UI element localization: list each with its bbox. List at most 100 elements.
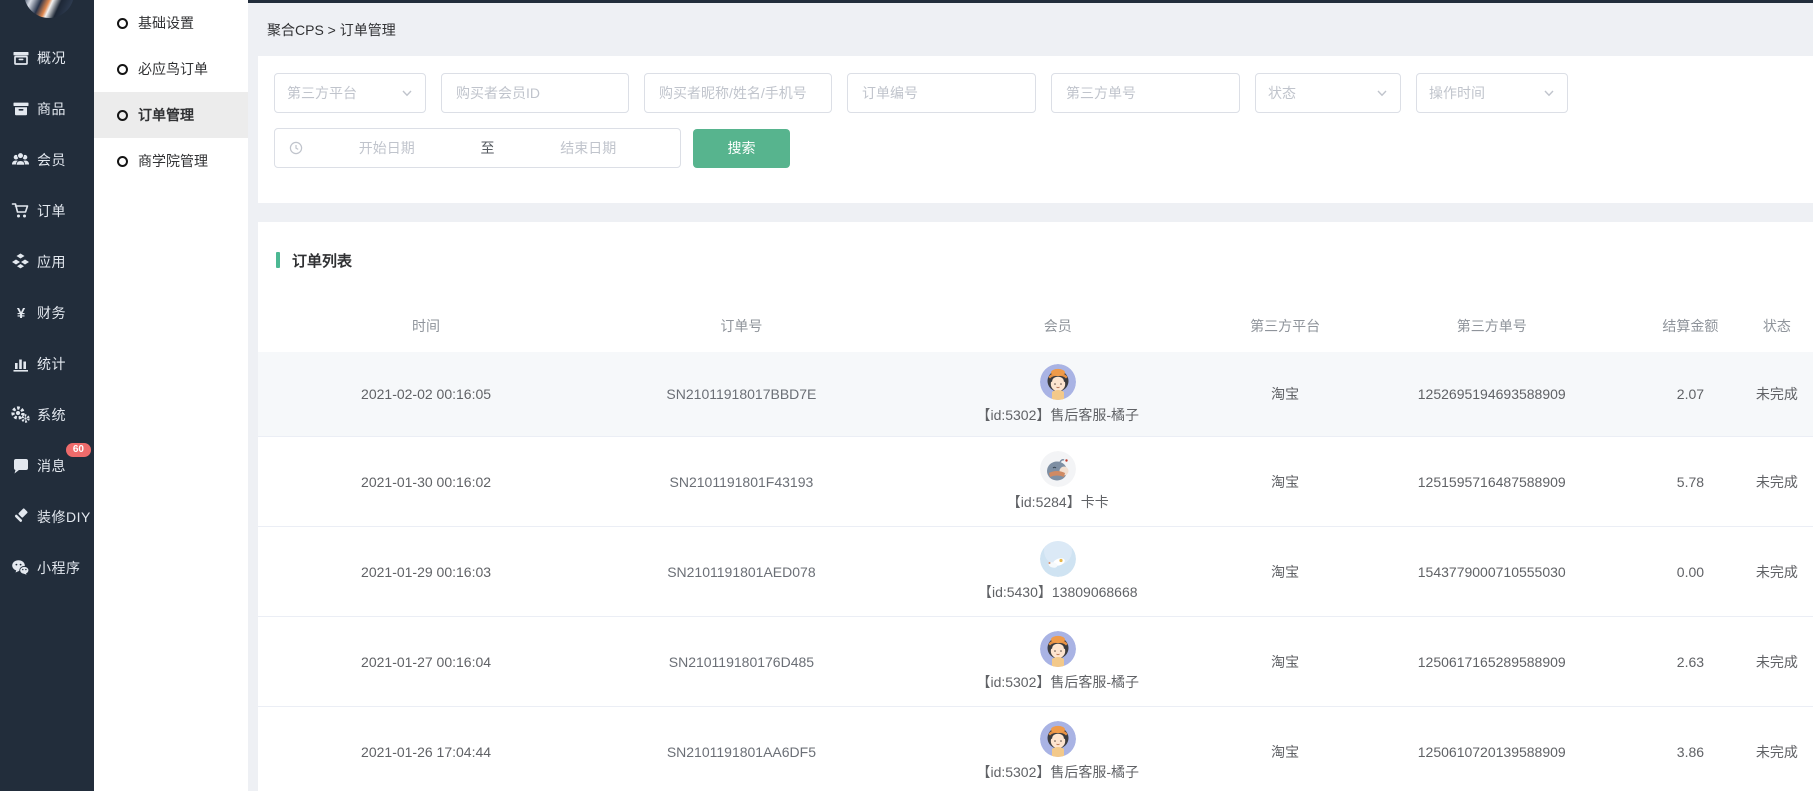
main-sidebar: 概况 商品 会员 订单	[0, 0, 94, 791]
cell-status: 未完成	[1741, 562, 1813, 582]
sidebar-item-system[interactable]: 系统	[0, 389, 94, 440]
avatar-girl-icon	[1040, 631, 1076, 667]
cell-platform: 淘宝	[1227, 652, 1344, 672]
table-row[interactable]: 2021-01-30 00:16:02 SN2101191801F43193 【…	[258, 437, 1813, 527]
cell-third-party-no: 1543779000710555030	[1343, 564, 1640, 580]
sidebar-item-label: 小程序	[37, 558, 81, 578]
table-row[interactable]: 2021-01-29 00:16:03 SN2101191801AED078 【…	[258, 527, 1813, 617]
buyer-input[interactable]	[644, 73, 832, 113]
order-no-input[interactable]	[847, 73, 1036, 113]
sidebar-item-messages[interactable]: 消息 60	[0, 440, 94, 491]
sidebar-item-label: 装修DIY	[37, 507, 91, 527]
date-range-picker[interactable]: 开始日期 至 结束日期	[274, 128, 681, 168]
col-header-third-party-no: 第三方单号	[1343, 316, 1640, 336]
main-nav: 概况 商品 会员 订单	[0, 32, 94, 593]
user-avatar[interactable]	[24, 0, 74, 18]
col-header-member: 会员	[889, 316, 1227, 336]
op-time-select[interactable]: 操作时间	[1416, 73, 1568, 113]
overview-box-icon	[11, 48, 30, 67]
sidebar-item-apps[interactable]: 应用	[0, 236, 94, 287]
sidebar-item-stats[interactable]: 统计	[0, 338, 94, 389]
cell-status: 未完成	[1741, 652, 1813, 672]
sidebar-item-label: 财务	[37, 303, 66, 323]
status-select-placeholder: 状态	[1268, 83, 1296, 103]
search-button[interactable]: 搜索	[693, 129, 790, 168]
cell-amount: 2.63	[1640, 654, 1741, 670]
sidebar-item-overview[interactable]: 概况	[0, 32, 94, 83]
submenu-item-order-management[interactable]: 订单管理	[94, 92, 248, 138]
start-date-placeholder: 开始日期	[309, 138, 465, 158]
table-row[interactable]: 2021-02-02 00:16:05 SN21011918017BBD7E 【…	[258, 352, 1813, 437]
sidebar-item-label: 消息	[37, 456, 66, 476]
cell-order-no: SN2101191801AA6DF5	[594, 744, 889, 760]
platform-select[interactable]: 第三方平台	[274, 73, 426, 113]
order-list-panel: 订单列表 时间 订单号 会员 第三方平台 第三方单号 结算金额 状态 2021-…	[258, 222, 1813, 791]
member-label: 【id:5284】卡卡	[1007, 492, 1109, 512]
submenu-item-label: 基础设置	[138, 13, 194, 33]
submenu-item-label: 订单管理	[138, 105, 194, 125]
sidebar-item-label: 概况	[37, 48, 66, 68]
table-row[interactable]: 2021-01-27 00:16:04 SN210119180176D485 【…	[258, 617, 1813, 707]
sidebar-item-label: 系统	[37, 405, 66, 425]
sidebar-item-orders[interactable]: 订单	[0, 185, 94, 236]
sidebar-item-label: 应用	[37, 252, 66, 272]
section-title: 订单列表	[258, 250, 1813, 270]
table-row[interactable]: 2021-01-26 17:04:44 SN2101191801AA6DF5 【…	[258, 707, 1813, 791]
sidebar-item-goods[interactable]: 商品	[0, 83, 94, 134]
messages-bubble-icon	[11, 456, 30, 475]
system-gears-icon	[11, 405, 30, 424]
end-date-placeholder: 结束日期	[511, 138, 667, 158]
sidebar-item-finance[interactable]: ¥ 财务	[0, 287, 94, 338]
cell-order-no: SN210119180176D485	[594, 654, 889, 670]
submenu-item-bird-orders[interactable]: 必应鸟订单	[94, 46, 248, 92]
avatar-girl-icon	[1040, 364, 1076, 400]
cell-member: 【id:5284】卡卡	[889, 451, 1227, 512]
sidebar-item-miniprogram[interactable]: 小程序	[0, 542, 94, 593]
panel-gap	[258, 203, 1813, 222]
sidebar-item-members[interactable]: 会员	[0, 134, 94, 185]
main-content: 聚合CPS > 订单管理 第三方平台 状态	[248, 0, 1813, 791]
member-label: 【id:5302】售后客服-橘子	[976, 405, 1139, 425]
goods-box-icon	[11, 99, 30, 118]
member-label: 【id:5302】售后客服-橘子	[976, 672, 1139, 692]
submenu-item-basic-settings[interactable]: 基础设置	[94, 0, 248, 46]
messages-count-badge: 60	[66, 443, 91, 457]
cell-time: 2021-01-27 00:16:04	[258, 654, 594, 670]
submenu-item-label: 必应鸟订单	[138, 59, 208, 79]
cell-order-no: SN2101191801AED078	[594, 564, 889, 580]
cell-amount: 3.86	[1640, 744, 1741, 760]
cell-amount: 2.07	[1640, 386, 1741, 402]
submenu-item-label: 商学院管理	[138, 151, 208, 171]
cell-platform: 淘宝	[1227, 742, 1344, 762]
cell-member: 【id:5302】售后客服-橘子	[889, 364, 1227, 425]
decorate-gavel-icon	[11, 507, 30, 526]
cell-time: 2021-01-29 00:16:03	[258, 564, 594, 580]
third-party-no-input[interactable]	[1051, 73, 1240, 113]
sidebar-item-label: 会员	[37, 150, 66, 170]
filter-row-1: 第三方平台 状态 操作时间	[274, 73, 1813, 113]
sidebar-item-decorate-diy[interactable]: 装修DIY	[0, 491, 94, 542]
filter-panel: 第三方平台 状态 操作时间	[258, 56, 1813, 203]
chevron-down-icon	[401, 87, 413, 99]
submenu-item-academy-management[interactable]: 商学院管理	[94, 138, 248, 184]
cell-order-no: SN21011918017BBD7E	[594, 386, 889, 402]
finance-yuan-icon: ¥	[11, 303, 30, 322]
orders-cart-icon	[11, 201, 30, 220]
green-title-bar	[276, 252, 280, 268]
order-list-title: 订单列表	[292, 250, 352, 271]
col-header-platform: 第三方平台	[1227, 316, 1344, 336]
radio-circle-icon	[117, 64, 128, 75]
stats-bars-icon	[11, 354, 30, 373]
miniprogram-wechat-icon	[11, 558, 30, 577]
cell-platform: 淘宝	[1227, 384, 1344, 404]
app-window: 概况 商品 会员 订单	[0, 0, 1813, 791]
cell-amount: 0.00	[1640, 564, 1741, 580]
avatar-flower-icon	[1040, 541, 1076, 577]
member-id-input[interactable]	[441, 73, 629, 113]
cell-third-party-no: 1251595716487588909	[1343, 474, 1640, 490]
radio-circle-icon	[117, 110, 128, 121]
status-select[interactable]: 状态	[1255, 73, 1401, 113]
cell-platform: 淘宝	[1227, 562, 1344, 582]
sidebar-item-label: 订单	[37, 201, 66, 221]
sidebar-item-label: 商品	[37, 99, 66, 119]
